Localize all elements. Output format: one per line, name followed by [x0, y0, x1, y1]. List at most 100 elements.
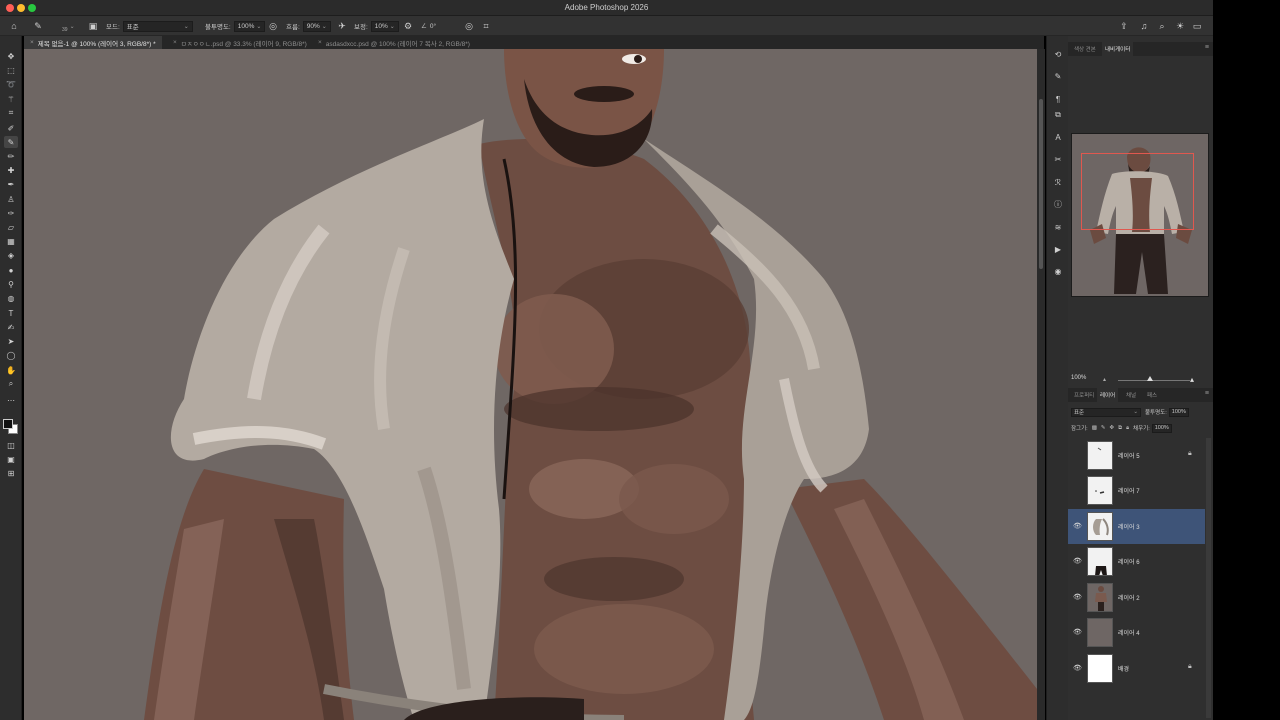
edit-toolbar-icon[interactable]: ⊞ [4, 467, 18, 479]
move-tool-icon[interactable]: ✥ [4, 50, 18, 62]
lock-pixels-icon[interactable]: ✎ [1101, 425, 1106, 431]
discover-icon[interactable]: ☀ [1173, 19, 1187, 33]
hand-tool-icon[interactable]: ✋ [4, 364, 18, 376]
layer-name[interactable]: 배경 [1118, 664, 1129, 673]
brush-size-picker[interactable]: 39 ⌄ [62, 18, 75, 34]
workspace-icon[interactable]: ▭ [1190, 19, 1204, 33]
info-panel-icon[interactable]: ⓘ [1052, 198, 1064, 210]
lock-position-icon[interactable]: ✥ [1110, 425, 1115, 431]
layer-row[interactable]: 👁︎ 레이어 2 [1068, 580, 1205, 615]
screen-mode-icon[interactable]: ▣ [4, 453, 18, 465]
blur-tool-icon[interactable]: ● [4, 264, 18, 276]
healing-brush-tool-icon[interactable]: ✚ [4, 164, 18, 176]
eye-icon[interactable]: 👁︎ [1073, 593, 1082, 601]
canvas-vertical-scrollbar[interactable] [1037, 49, 1045, 720]
fill-input[interactable]: 100% [1151, 423, 1172, 433]
smoothing-input[interactable]: 10% ⌄ [370, 20, 399, 32]
layer-row[interactable]: 레이어 7 [1068, 473, 1205, 508]
scrollbar-thumb[interactable] [1039, 99, 1043, 269]
actions-panel-icon[interactable]: ▶ [1052, 243, 1064, 255]
layer-row[interactable]: 👁︎ 레이어 4 [1068, 615, 1205, 650]
layer-name[interactable]: 레이어 2 [1118, 593, 1140, 602]
navigator-zoom-slider[interactable] [1118, 380, 1190, 381]
brush-settings-panel-icon[interactable]: ✎ [1052, 70, 1064, 82]
airbrush-icon[interactable]: ✈ [335, 19, 349, 33]
flow-input[interactable]: 90% ⌄ [302, 20, 331, 32]
notifications-icon[interactable]: ♫ [1137, 19, 1151, 33]
share-icon[interactable]: ⇪ [1117, 19, 1131, 33]
layers-panel-menu-icon[interactable]: ≡ [1205, 390, 1209, 397]
marquee-tool-icon[interactable]: ⬚ [4, 64, 18, 76]
color-swatches[interactable] [3, 419, 19, 435]
tab-properties[interactable]: 프로퍼티 [1071, 388, 1097, 402]
type-tool-icon[interactable]: T [4, 307, 18, 319]
pressure-opacity-icon[interactable]: ◎ [266, 19, 280, 33]
close-tab-icon[interactable]: × [30, 39, 34, 46]
tool-presets-panel-icon[interactable]: ✂ [1052, 153, 1064, 165]
lock-artboard-icon[interactable]: ⧉ [1118, 425, 1122, 432]
lock-transparent-icon[interactable]: ▩ [1092, 425, 1097, 431]
zoom-in-icon[interactable]: ▴ [1190, 375, 1194, 384]
libraries-panel-icon[interactable]: ◉ [1052, 265, 1064, 277]
search-icon[interactable]: ⌕ [1155, 19, 1169, 33]
eye-icon[interactable]: 👁︎ [1073, 628, 1082, 636]
opacity-input[interactable]: 100% ⌄ [233, 20, 266, 32]
eye-icon[interactable]: 👁︎ [1073, 557, 1082, 565]
magic-wand-tool-icon[interactable]: ⚚ [4, 93, 18, 105]
tab-layers[interactable]: 레이어 [1097, 388, 1119, 402]
pencil-tool-icon[interactable]: ✏ [4, 150, 18, 162]
tab-paths[interactable]: 패스 [1144, 388, 1160, 402]
blend-mode-select[interactable]: 표준 ⌄ [1071, 407, 1141, 417]
paint-bucket-tool-icon[interactable]: ◈ [4, 249, 18, 261]
eye-icon[interactable]: 👁︎ [1073, 522, 1082, 530]
eraser-tool-icon[interactable]: ▱ [4, 221, 18, 233]
layer-name[interactable]: 레이어 7 [1118, 486, 1140, 495]
lasso-tool-icon[interactable]: ➰ [4, 78, 18, 90]
pen-tool-icon[interactable]: ✍ [4, 321, 18, 333]
layers-scrollbar[interactable] [1206, 438, 1211, 718]
panel-menu-icon[interactable]: ≡ [1205, 44, 1209, 51]
layer-name[interactable]: 레이어 5 [1118, 451, 1140, 460]
gradient-tool-icon[interactable]: ▦ [4, 235, 18, 247]
zoom-out-icon[interactable]: ▴ [1103, 376, 1106, 383]
lock-all-icon[interactable]: 🔒︎ [1126, 425, 1129, 432]
layer-row[interactable]: 👁︎ 레이어 3 [1068, 509, 1205, 544]
clone-stamp-tool-icon[interactable]: ♙ [4, 193, 18, 205]
zoom-tool-icon[interactable]: ⌕ [4, 378, 18, 390]
symmetry-icon[interactable]: ⌗ [479, 19, 493, 33]
sponge-tool-icon[interactable]: ◍ [4, 292, 18, 304]
more-tools-icon[interactable]: ⋯ [4, 394, 18, 406]
brushes-panel-icon[interactable]: ℛ [1052, 176, 1064, 188]
paragraph-panel-icon[interactable]: ¶ [1052, 93, 1064, 105]
foreground-color-swatch[interactable] [3, 419, 13, 429]
navigator-zoom-value[interactable]: 100% [1071, 375, 1086, 381]
history-brush-tool-icon[interactable]: ✑ [4, 207, 18, 219]
navigator-view-frame[interactable] [1081, 153, 1194, 230]
glyphs-panel-icon[interactable]: ⧉ [1052, 109, 1064, 121]
layer-opacity-input[interactable]: 100% [1168, 407, 1189, 417]
quick-mask-icon[interactable]: ◫ [4, 439, 18, 451]
history-panel-icon[interactable]: ⟲ [1052, 48, 1064, 60]
smoothing-settings-icon[interactable]: ⚙ [401, 19, 415, 33]
layer-name[interactable]: 레이어 3 [1118, 522, 1140, 531]
document-tab-3[interactable]: × asdasdxcc.psd @ 100% (레이어 7 복사 2, RGB/… [312, 36, 476, 49]
document-tab-2[interactable]: × ㅁㅈㅇㅇㄴ.psd @ 33.3% (레이어 9, RGB/8*) [167, 36, 313, 49]
brush-settings-icon[interactable]: ▣ [86, 19, 100, 33]
character-panel-icon[interactable]: A [1052, 131, 1064, 143]
path-selection-tool-icon[interactable]: ➤ [4, 335, 18, 347]
tab-swatches[interactable]: 색상 견본 [1071, 42, 1099, 56]
eye-icon[interactable]: 👁︎ [1073, 664, 1082, 672]
pressure-size-icon[interactable]: ◎ [462, 19, 476, 33]
navigator-preview[interactable] [1071, 133, 1209, 297]
layer-row[interactable]: 레이어 5 🔒︎ [1068, 438, 1205, 473]
crop-tool-icon[interactable]: ⌗ [4, 107, 18, 119]
document-canvas[interactable] [24, 49, 1037, 720]
brush-preset-icon[interactable]: ✎ [31, 19, 45, 33]
layer-row[interactable]: 👁︎ 레이어 6 [1068, 544, 1205, 579]
tab-navigator[interactable]: 내비게이터 [1102, 42, 1134, 56]
mode-select[interactable]: 표준 ⌄ [122, 20, 193, 32]
eyedropper-tool-icon[interactable]: ✐ [4, 122, 18, 134]
angle-control[interactable]: ∠ 0° [421, 18, 436, 34]
ellipse-tool-icon[interactable]: ◯ [4, 349, 18, 361]
dodge-tool-icon[interactable]: ⚲ [4, 278, 18, 290]
